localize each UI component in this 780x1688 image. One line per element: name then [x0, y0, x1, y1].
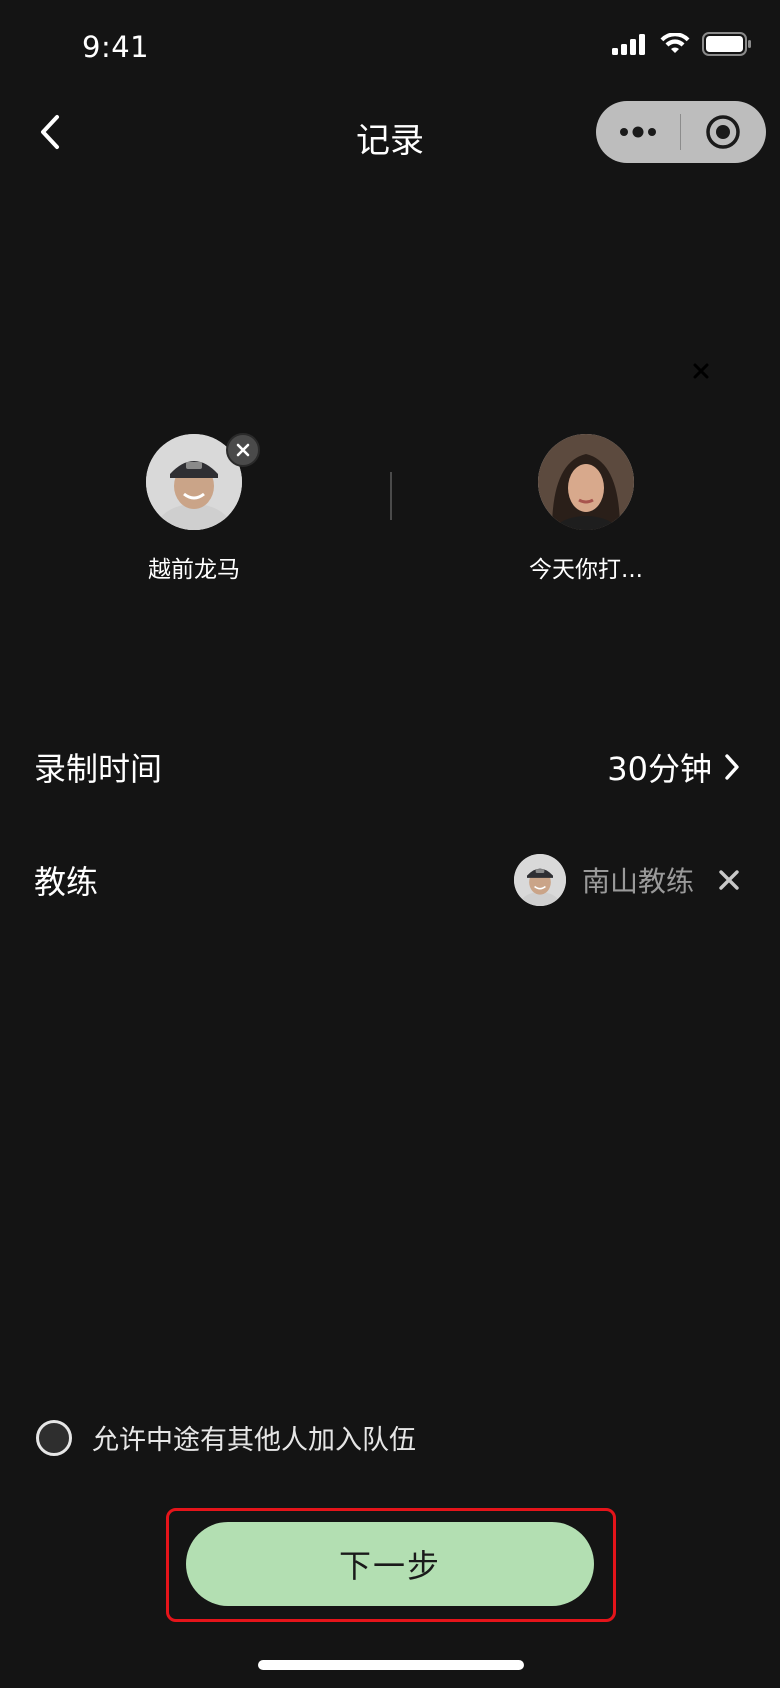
next-step-button[interactable]: 下一步: [186, 1522, 594, 1606]
mini-program-close-button[interactable]: [681, 101, 765, 163]
more-dots-icon: [620, 126, 656, 138]
status-icons: [612, 32, 752, 56]
close-icon[interactable]: [692, 362, 710, 380]
app-screen: 9:41 记录 越前龙马 今天你打... 录制时间 30分钟 教练 南山教练 允…: [0, 0, 780, 1688]
player-card[interactable]: 越前龙马: [84, 434, 304, 584]
player-name: 今天你打...: [529, 557, 643, 583]
players-divider: [390, 472, 392, 520]
cellular-signal-icon: [612, 34, 645, 55]
status-time: 9:41: [82, 30, 150, 64]
allow-join-label: 允许中途有其他人加入队伍: [92, 1425, 416, 1456]
person-avatar-icon: [513, 854, 566, 906]
target-circle-icon: [706, 115, 740, 149]
allow-join-radio[interactable]: [36, 1419, 72, 1456]
duration-value: 30分钟: [607, 750, 712, 788]
duration-row[interactable]: 录制时间 30分钟: [0, 722, 780, 812]
coach-row: 教练 南山教练: [0, 835, 780, 925]
battery-icon: [702, 32, 751, 56]
coach-avatar: [513, 854, 566, 906]
person-avatar-icon: [538, 434, 634, 530]
more-button[interactable]: [596, 101, 680, 163]
chevron-right-icon: [725, 754, 739, 780]
coach-label: 教练: [34, 863, 99, 901]
duration-label: 录制时间: [34, 750, 163, 788]
close-icon: [236, 443, 250, 457]
player-card[interactable]: 今天你打...: [476, 434, 696, 584]
allow-join-option[interactable]: 允许中途有其他人加入队伍: [36, 1418, 416, 1457]
duration-selector[interactable]: 30分钟: [607, 744, 740, 790]
wifi-icon: [660, 33, 690, 53]
home-indicator: [258, 1660, 524, 1670]
remove-player-button[interactable]: [226, 433, 260, 467]
close-icon[interactable]: [718, 869, 740, 891]
coach-info: 南山教练: [513, 854, 740, 906]
player-name: 越前龙马: [148, 557, 240, 583]
coach-name: 南山教练: [581, 865, 694, 898]
player-avatar: [538, 434, 634, 530]
mini-program-capsule: [596, 101, 766, 163]
